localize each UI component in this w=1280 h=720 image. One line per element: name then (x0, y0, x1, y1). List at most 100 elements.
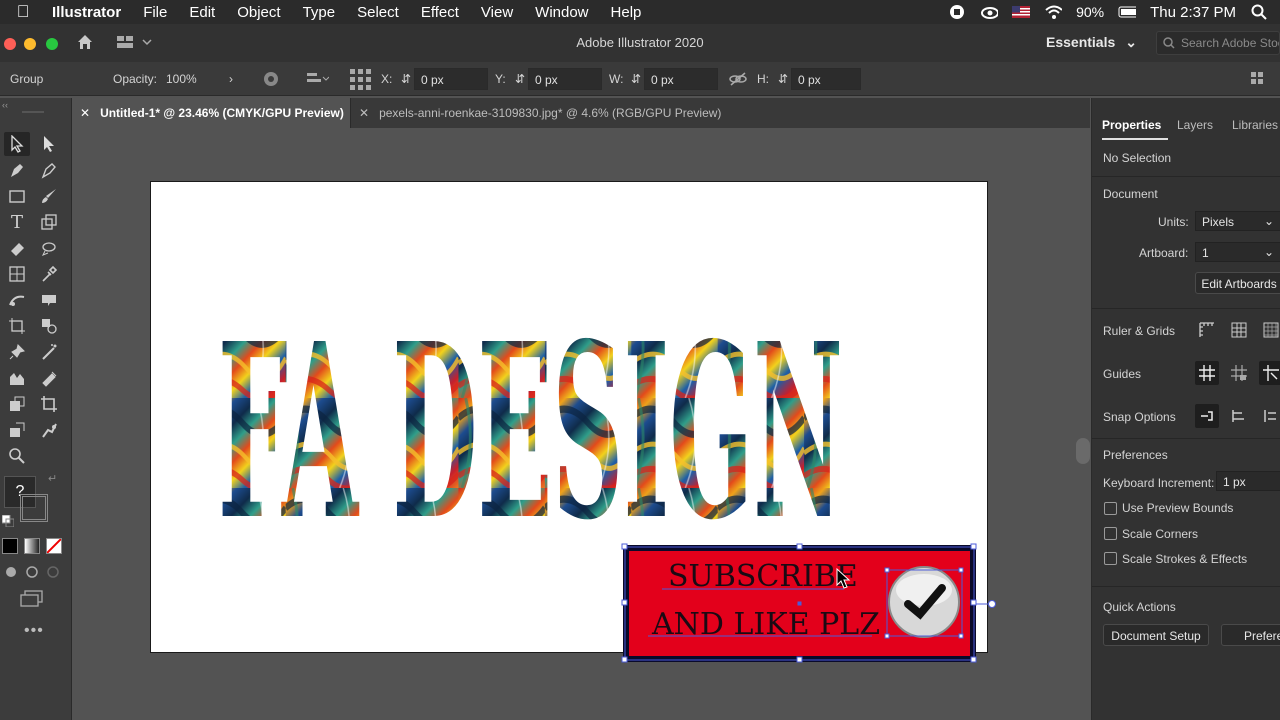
menu-app[interactable]: Illustrator (46, 4, 132, 21)
puppet-warp-tool-icon[interactable] (36, 418, 62, 442)
show-guides-icon[interactable] (1195, 361, 1219, 385)
recolor-icon[interactable] (262, 70, 280, 91)
reference-point-icon[interactable] (349, 68, 371, 93)
direct-selection-tool-icon[interactable] (36, 132, 62, 156)
y-field[interactable]: 0 px (528, 68, 602, 90)
scale-corners-checkbox[interactable] (1104, 527, 1117, 540)
like-text[interactable]: AND LIKE PLZ (651, 607, 880, 642)
eyedropper-tool-icon[interactable] (36, 262, 62, 286)
tools-panel: ‹‹ T ? ↵ ••• (0, 98, 72, 720)
tab-pexels-image[interactable]: ✕ pexels-anni-roenkae-3109830.jpg* @ 4.6%… (350, 98, 734, 128)
clock[interactable]: Thu 2:37 PM (1150, 4, 1236, 21)
spotlight-icon[interactable] (1250, 3, 1268, 21)
rectangle-tool-icon[interactable] (4, 184, 30, 208)
free-transform-tool-icon[interactable] (4, 262, 30, 286)
snap-to-point-icon[interactable] (1195, 404, 1219, 428)
headline-text[interactable]: FA DESIGN (218, 292, 843, 573)
battery-icon[interactable] (1118, 3, 1137, 21)
stroke-swatch[interactable] (20, 494, 48, 522)
us-flag-icon[interactable] (1012, 3, 1031, 21)
tab-untitled-1[interactable]: ✕ Untitled-1* @ 23.46% (CMYK/GPU Preview) (72, 98, 350, 128)
lock-guides-icon[interactable] (1227, 361, 1251, 385)
gradient-mode-icon[interactable] (24, 538, 40, 554)
more-tools-icon[interactable]: ••• (24, 622, 44, 640)
eraser-tool-icon[interactable] (4, 236, 30, 260)
edit-artboards-button[interactable]: Edit Artboards (1195, 272, 1280, 294)
snap-to-pixel-icon[interactable] (1227, 404, 1251, 428)
pin-tool-icon[interactable] (4, 340, 30, 364)
artboard-tool-icon[interactable] (4, 314, 30, 338)
none-mode-icon[interactable] (46, 538, 62, 554)
scale-tool-icon[interactable] (36, 210, 62, 234)
screen-mode-icon[interactable] (20, 590, 44, 613)
preferences-button[interactable]: Preferences (1221, 624, 1280, 646)
artboard-select[interactable]: 1 ⌄ (1195, 242, 1280, 262)
menu-object[interactable]: Object (226, 4, 291, 21)
h-field[interactable]: 0 px (791, 68, 861, 90)
w-field[interactable]: 0 px (644, 68, 718, 90)
column-graph-tool-icon[interactable] (4, 366, 30, 390)
slice-tool-icon[interactable] (4, 392, 30, 416)
workspace-essentials[interactable]: Essentials ⌄ (1046, 34, 1137, 51)
wifi-icon[interactable] (1044, 3, 1063, 21)
h-stepper-icon[interactable]: ⇵ (778, 72, 788, 86)
grid-icon[interactable] (1227, 318, 1251, 342)
crop-tool-icon[interactable] (36, 392, 62, 416)
paintbrush-tool-icon[interactable] (36, 184, 62, 208)
blend-tool-icon[interactable] (36, 314, 62, 338)
tab-libraries[interactable]: Libraries (1232, 118, 1278, 132)
zoom-tool-icon[interactable] (4, 444, 30, 468)
menu-file[interactable]: File (132, 4, 178, 21)
smart-guides-icon[interactable] (1259, 361, 1280, 385)
shaper-tool-icon[interactable] (4, 418, 30, 442)
creative-cloud-icon[interactable] (980, 3, 999, 21)
align-icon[interactable] (305, 70, 330, 91)
menu-view[interactable]: View (470, 4, 524, 21)
opacity-value[interactable]: 100% (166, 72, 197, 86)
search-adobe-stock-field[interactable]: Search Adobe Stock (1156, 31, 1280, 55)
selection-tool-icon[interactable] (4, 132, 30, 156)
menu-type[interactable]: Type (292, 4, 347, 21)
default-fill-stroke-icon[interactable] (1, 514, 15, 532)
close-tab-icon[interactable]: ✕ (80, 106, 90, 120)
menu-window[interactable]: Window (524, 4, 599, 21)
x-field[interactable]: 0 px (414, 68, 488, 90)
scale-strokes-effects-checkbox[interactable] (1104, 552, 1117, 565)
panel-menu-icon[interactable] (1250, 71, 1264, 88)
w-stepper-icon[interactable]: ⇵ (631, 72, 641, 86)
pixel-grid-icon[interactable] (1259, 318, 1280, 342)
draw-mode-icon[interactable] (4, 564, 64, 585)
tab-layers[interactable]: Layers (1177, 118, 1213, 132)
live-paint-tool-icon[interactable] (36, 366, 62, 390)
x-stepper-icon[interactable]: ⇵ (401, 72, 411, 86)
shape-builder-tool-icon[interactable] (4, 288, 30, 312)
swap-fill-stroke-icon[interactable]: ↵ (48, 472, 57, 485)
close-tab-icon[interactable]: ✕ (359, 106, 369, 120)
menu-effect[interactable]: Effect (410, 4, 470, 21)
tab-properties[interactable]: Properties (1102, 118, 1161, 132)
pen-tool-icon[interactable] (4, 158, 30, 182)
document-setup-button[interactable]: Document Setup (1103, 624, 1209, 646)
snap-to-glyph-icon[interactable] (1259, 404, 1280, 428)
curvature-tool-icon[interactable] (36, 158, 62, 182)
menu-select[interactable]: Select (346, 4, 410, 21)
warp-tool-icon[interactable] (36, 236, 62, 260)
record-icon[interactable] (948, 3, 966, 21)
use-preview-bounds-checkbox[interactable] (1104, 502, 1117, 515)
collapse-icon[interactable]: ‹‹ (2, 100, 8, 110)
gradient-tool-icon[interactable] (36, 288, 62, 312)
y-stepper-icon[interactable]: ⇵ (515, 72, 525, 86)
canvas-area[interactable]: FA DESIGN SUBSCRIBE AND LIKE PLZ (72, 128, 1090, 720)
units-select[interactable]: Pixels ⌄ (1195, 211, 1280, 231)
menu-help[interactable]: Help (600, 4, 653, 21)
type-tool-icon[interactable]: T (4, 210, 30, 234)
menu-edit[interactable]: Edit (178, 4, 226, 21)
panel-grip[interactable] (22, 111, 44, 113)
link-icon[interactable] (729, 71, 747, 90)
keyboard-increment-field[interactable]: 1 px (1216, 471, 1280, 491)
apple-icon[interactable]:  (0, 2, 46, 22)
color-mode-icon[interactable] (2, 538, 18, 554)
ruler-icon[interactable] (1195, 318, 1219, 342)
chevron-right-icon[interactable]: › (229, 72, 233, 86)
symbol-sprayer-tool-icon[interactable] (36, 340, 62, 364)
